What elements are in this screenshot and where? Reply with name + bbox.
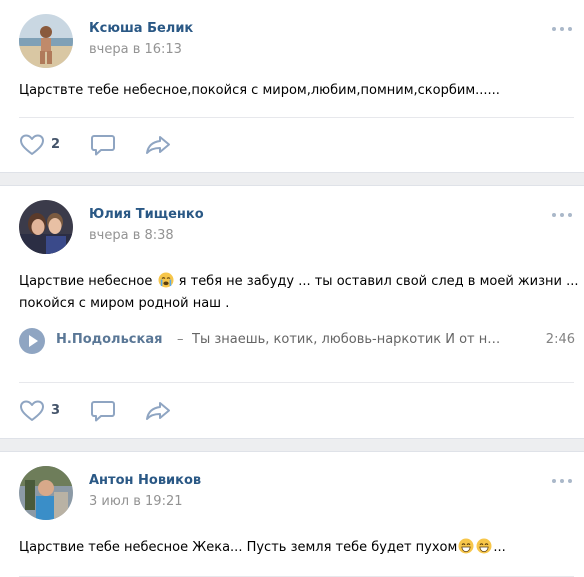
comment-text-part: я тебя не забуду ... ты оставил свой сле… [174, 274, 579, 289]
audio-duration: 2:46 [545, 332, 575, 347]
avatar[interactable] [19, 200, 73, 254]
author-name[interactable]: Ксюша Белик [89, 21, 193, 36]
audio-attachment[interactable]: Н.Подольская – Ты знаешь, котик, любовь-… [19, 328, 575, 354]
comment-button[interactable] [90, 133, 116, 157]
like-count: 2 [51, 137, 61, 152]
crying-face-emoji-icon [158, 272, 174, 288]
divider [19, 382, 574, 383]
author-name[interactable]: Юлия Тищенко [89, 207, 204, 222]
like-count: 3 [51, 403, 61, 418]
more-dots-icon[interactable] [552, 210, 574, 220]
audio-title[interactable]: Ты знаешь, котик, любовь-наркотик И от н… [192, 332, 504, 347]
like-button[interactable]: 2 [19, 133, 69, 157]
share-arrow-icon [146, 136, 170, 154]
comment-text: Царствте тебе небесное,покойся с миром,л… [19, 83, 500, 98]
post-separator [0, 172, 584, 186]
heart-outline-icon [20, 134, 44, 155]
comment-text-part: Царствие тебе небесное Жека... Пусть зем… [19, 540, 458, 555]
comment-text-part: ... [493, 540, 506, 555]
more-dots-icon[interactable] [552, 24, 574, 34]
author-name[interactable]: Антон Новиков [89, 473, 201, 488]
share-arrow-icon [146, 402, 170, 420]
post-date[interactable]: вчера в 16:13 [89, 42, 182, 57]
audio-dash: – [177, 332, 184, 347]
heart-outline-icon [20, 400, 44, 421]
comment-card: Ксюша Белик вчера в 16:13 Царствте тебе … [0, 0, 584, 172]
comment-text-line: покойся с миром родной наш . [19, 296, 230, 311]
comment-text: Царствие тебе небесное Жека... Пусть зем… [19, 537, 506, 559]
grinning-face-emoji-icon [458, 538, 474, 554]
comment-text: Царствие небесное я тебя не забуду ... т… [19, 271, 578, 315]
share-button[interactable] [144, 399, 172, 423]
comment-text-part: Царствие небесное [19, 274, 153, 289]
post-date[interactable]: вчера в 8:38 [89, 228, 174, 243]
like-button[interactable]: 3 [19, 399, 69, 423]
audio-artist[interactable]: Н.Подольская [56, 332, 162, 347]
grinning-face-emoji-icon [476, 538, 492, 554]
speech-bubble-icon [91, 135, 115, 156]
comments-feed: Ксюша Белик вчера в 16:13 Царствте тебе … [0, 0, 584, 577]
comment-button[interactable] [90, 399, 116, 423]
avatar[interactable] [19, 14, 73, 68]
avatar[interactable] [19, 466, 73, 520]
share-button[interactable] [144, 133, 172, 157]
divider [19, 117, 574, 118]
post-separator [0, 438, 584, 452]
play-icon[interactable] [19, 328, 45, 354]
post-date[interactable]: 3 июл в 19:21 [89, 494, 183, 509]
speech-bubble-icon [91, 401, 115, 422]
more-dots-icon[interactable] [552, 476, 574, 486]
